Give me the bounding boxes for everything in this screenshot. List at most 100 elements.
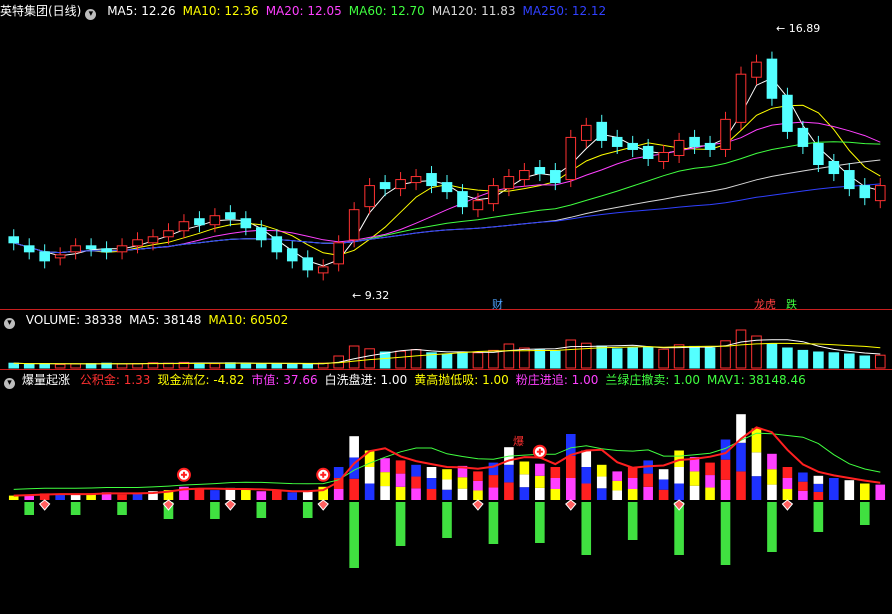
panel-menu-icon[interactable]: ▾ — [4, 318, 15, 329]
candle-body — [225, 212, 236, 220]
candle-body — [874, 185, 886, 202]
signal-bar — [689, 471, 700, 486]
signal-down-bar — [720, 502, 731, 565]
indicator-value: 1.33 — [123, 373, 151, 387]
indicator-label: VOLUME — [25, 313, 77, 327]
indicator-公积金: 公积金: 1.33 — [79, 373, 151, 387]
indicator-白洗盘进: 白洗盘进: 1.00 — [324, 373, 408, 387]
signal-bar — [844, 480, 855, 500]
indicator-value: -4.82 — [213, 373, 245, 387]
candle-body — [85, 245, 97, 250]
volume-bar — [457, 351, 468, 369]
finance-marker[interactable]: 财 — [492, 296, 503, 312]
volume-bar — [844, 353, 855, 369]
volume-bar — [782, 347, 793, 369]
candle-body — [472, 200, 484, 211]
panel-divider — [0, 369, 892, 370]
candle-body — [766, 58, 778, 99]
signal-bar — [581, 467, 592, 484]
candle-body — [39, 251, 50, 262]
signal-bar — [535, 487, 545, 500]
indicator-ma10: MA10: 12.36 — [182, 4, 259, 18]
high-price-label: ← 16.89 — [776, 22, 821, 35]
indicator-ma10: MA10: 60502 — [208, 313, 289, 327]
burst-label: 爆 — [513, 435, 524, 448]
volume-bar — [550, 350, 561, 369]
signal-bar — [395, 473, 406, 487]
signal-bar — [117, 494, 127, 500]
candle-body — [317, 266, 329, 274]
volume-bar — [488, 349, 499, 369]
volume-bar — [39, 363, 50, 369]
signal-bar — [535, 475, 545, 488]
signal-down-bar — [24, 502, 35, 515]
signal-down-bar — [349, 502, 359, 568]
signal-down-bar — [767, 502, 777, 552]
signal-bar — [333, 489, 344, 500]
signal-bar — [658, 489, 669, 500]
candle-body — [8, 236, 20, 244]
volume-bar — [797, 349, 809, 369]
signal-bar — [767, 484, 777, 500]
signal-bar — [736, 471, 746, 500]
volume-bar — [766, 343, 778, 369]
indicator-label: 黄高抛低吸 — [414, 373, 475, 387]
gem-signal-icon — [781, 499, 794, 511]
signal-bar — [380, 486, 390, 500]
signal-bar — [859, 483, 870, 500]
drop-marker[interactable]: 跌 — [786, 296, 797, 312]
signal-bar — [411, 476, 421, 489]
dragon-tiger-marker[interactable]: 龙虎 — [754, 296, 776, 312]
candle-body — [23, 245, 35, 253]
volume-bar — [271, 363, 283, 369]
indicator-label: MA120 — [431, 4, 474, 18]
signal-bar — [612, 480, 623, 491]
gem-signal-icon — [38, 499, 51, 511]
signal-down-bar — [813, 502, 824, 532]
volume-bar — [240, 362, 252, 369]
candle-body — [101, 248, 112, 253]
candle-body — [720, 118, 731, 150]
signal-down-bar — [302, 502, 313, 518]
indicator-label: MA10 — [182, 4, 217, 18]
candle-body — [132, 239, 143, 247]
candle-body — [256, 227, 267, 241]
candle-body — [828, 161, 840, 175]
signal-bar — [581, 483, 592, 500]
signal-bar — [720, 479, 731, 500]
signal-bar — [473, 490, 483, 500]
volume-bar — [534, 349, 546, 369]
indicator-ma60: MA60: 12.70 — [348, 4, 425, 18]
signal-bar — [535, 463, 545, 476]
indicator-value: 12.26 — [141, 4, 176, 18]
candle-body — [209, 215, 221, 226]
signal-bar — [782, 489, 793, 500]
volume-bar — [828, 352, 840, 369]
volume-bar — [859, 355, 871, 369]
candle-body — [627, 142, 638, 150]
panel-menu-icon[interactable]: ▾ — [85, 9, 97, 20]
signal-bar — [55, 494, 65, 500]
candle-body — [596, 121, 608, 141]
volume-bar — [116, 363, 128, 369]
candle-body — [565, 136, 577, 181]
signal-bar — [596, 476, 607, 489]
signal-bar — [380, 458, 390, 473]
volume-bar — [302, 363, 314, 369]
candle-body — [364, 185, 375, 208]
panel-menu-icon[interactable]: ▾ — [4, 378, 15, 389]
signal-bar — [302, 491, 313, 500]
signal-bar — [519, 487, 530, 500]
indicator-value: 1.00 — [482, 373, 509, 387]
signal-down-bar — [535, 502, 545, 543]
ma-line-ma5 — [13, 77, 881, 267]
candle-body — [642, 145, 654, 159]
indicator-label: MA60 — [348, 4, 383, 18]
signal-bar — [457, 477, 468, 489]
candle-body — [580, 124, 592, 141]
stock-chart-window[interactable]: 英特集团(日线) ▾ MA5: 12.26 MA10: 12.36 MA20: 12.… — [0, 0, 892, 614]
signal-down-bar — [256, 502, 267, 518]
indicator-label: 现金流亿 — [157, 373, 206, 387]
signal-bar — [380, 472, 390, 487]
candle-body — [611, 136, 623, 147]
